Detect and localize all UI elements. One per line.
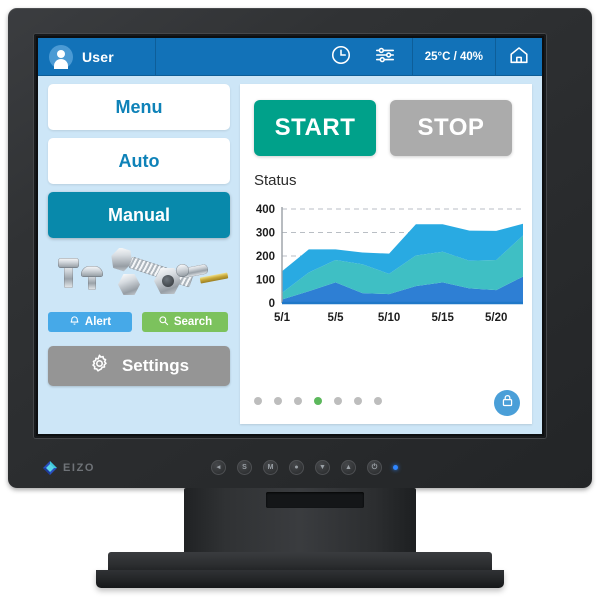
monitor-neck bbox=[184, 488, 416, 560]
start-button[interactable]: START bbox=[254, 100, 376, 156]
alert-button[interactable]: Alert bbox=[48, 312, 132, 332]
quick-action-chips: Alert Search bbox=[48, 312, 230, 332]
chart-x-tick: 5/1 bbox=[274, 312, 291, 324]
osd-button-down[interactable]: ▼ bbox=[315, 460, 330, 475]
alert-label: Alert bbox=[84, 316, 112, 328]
osd-button-power[interactable]: ⏻ bbox=[367, 460, 382, 475]
status-title: Status bbox=[254, 172, 297, 189]
search-label: Search bbox=[173, 316, 213, 328]
sidebar-item-label: Manual bbox=[107, 204, 170, 225]
pagination-dot[interactable] bbox=[374, 397, 382, 405]
pagination-dot[interactable] bbox=[254, 397, 262, 405]
settings-button[interactable]: Settings bbox=[48, 346, 230, 386]
chart-x-tick: 5/10 bbox=[378, 312, 400, 324]
main-panel: START STOP Status 0 100 200 300 400 5/1 5/5 5/1… bbox=[240, 84, 532, 424]
command-row: START STOP bbox=[240, 84, 532, 156]
chart-y-tick: 400 bbox=[256, 204, 275, 216]
search-button[interactable]: Search bbox=[142, 312, 228, 332]
pagination-dot-active[interactable] bbox=[314, 397, 322, 405]
osd-button-up[interactable]: ▲ bbox=[341, 460, 356, 475]
bell-icon bbox=[69, 315, 80, 329]
eizo-mark-icon bbox=[42, 460, 58, 476]
sidebar-item-auto[interactable]: Auto bbox=[48, 138, 230, 184]
pagination-dot[interactable] bbox=[354, 397, 362, 405]
sidebar-item-menu[interactable]: Menu bbox=[48, 84, 230, 130]
gear-icon bbox=[89, 353, 110, 379]
clock-icon[interactable] bbox=[330, 44, 352, 71]
lock-icon bbox=[500, 393, 515, 413]
monitor-base-front bbox=[96, 570, 504, 588]
osd-button-volume[interactable]: ◂ bbox=[211, 460, 226, 475]
pagination-dot[interactable] bbox=[274, 397, 282, 405]
power-led bbox=[393, 465, 398, 470]
top-bar-icons bbox=[314, 38, 412, 76]
sidebar-item-label: Auto bbox=[118, 150, 160, 171]
sidebar-item-manual[interactable]: Manual bbox=[45, 189, 233, 241]
sidebar: Menu Auto Manual Alert Search Settings bbox=[45, 84, 233, 386]
touch-screen: User 25°C / 40% Menu Auto Manual Alert S… bbox=[38, 38, 542, 434]
osd-button-s[interactable]: S bbox=[237, 460, 252, 475]
chart-y-tick: 0 bbox=[269, 298, 275, 310]
chart-y-tick: 300 bbox=[256, 228, 275, 240]
brand-name: EIZO bbox=[63, 462, 96, 474]
user-label: User bbox=[82, 49, 114, 65]
chart-y-tick: 200 bbox=[256, 251, 275, 263]
pagination-dots[interactable] bbox=[254, 390, 518, 412]
sliders-icon[interactable] bbox=[374, 44, 396, 71]
home-icon bbox=[508, 44, 530, 71]
pagination-dot[interactable] bbox=[294, 397, 302, 405]
pagination-dot[interactable] bbox=[334, 397, 342, 405]
chart-x-tick: 5/15 bbox=[431, 312, 454, 324]
top-bar-spacer bbox=[156, 38, 314, 76]
stop-label: STOP bbox=[417, 114, 485, 141]
brand-logo: EIZO bbox=[42, 460, 95, 476]
osd-button-m[interactable]: M bbox=[263, 460, 278, 475]
chart-x-tick: 5/5 bbox=[328, 312, 345, 324]
chart-x-tick: 5/20 bbox=[485, 312, 507, 324]
start-label: START bbox=[274, 114, 356, 141]
sidebar-item-label: Menu bbox=[115, 96, 163, 117]
top-bar: User 25°C / 40% bbox=[38, 38, 542, 76]
chart-y-tick: 100 bbox=[256, 275, 275, 287]
parts-photo bbox=[48, 248, 230, 304]
status-chart: 0 100 200 300 400 5/1 5/5 5/10 5/15 5/20 bbox=[240, 195, 532, 331]
magnifier-icon bbox=[158, 315, 169, 329]
monitor-body: User 25°C / 40% Menu Auto Manual Alert S… bbox=[8, 8, 592, 488]
stop-button[interactable]: STOP bbox=[390, 100, 512, 156]
home-button[interactable] bbox=[496, 38, 542, 76]
user-avatar-icon bbox=[49, 45, 73, 69]
settings-label: Settings bbox=[121, 356, 190, 375]
neck-handle-slot bbox=[266, 492, 364, 508]
lock-button[interactable] bbox=[494, 390, 520, 416]
status-area-chart: 0 100 200 300 400 5/1 5/5 5/10 5/15 5/20 bbox=[256, 204, 523, 324]
osd-controls: ◂ S M ● ▼ ▲ ⏻ bbox=[211, 460, 398, 475]
user-area[interactable]: User bbox=[38, 38, 156, 76]
environment-readout: 25°C / 40% bbox=[411, 38, 496, 76]
osd-button-input[interactable]: ● bbox=[289, 460, 304, 475]
screenshot-stage: User 25°C / 40% Menu Auto Manual Alert S… bbox=[0, 0, 600, 600]
